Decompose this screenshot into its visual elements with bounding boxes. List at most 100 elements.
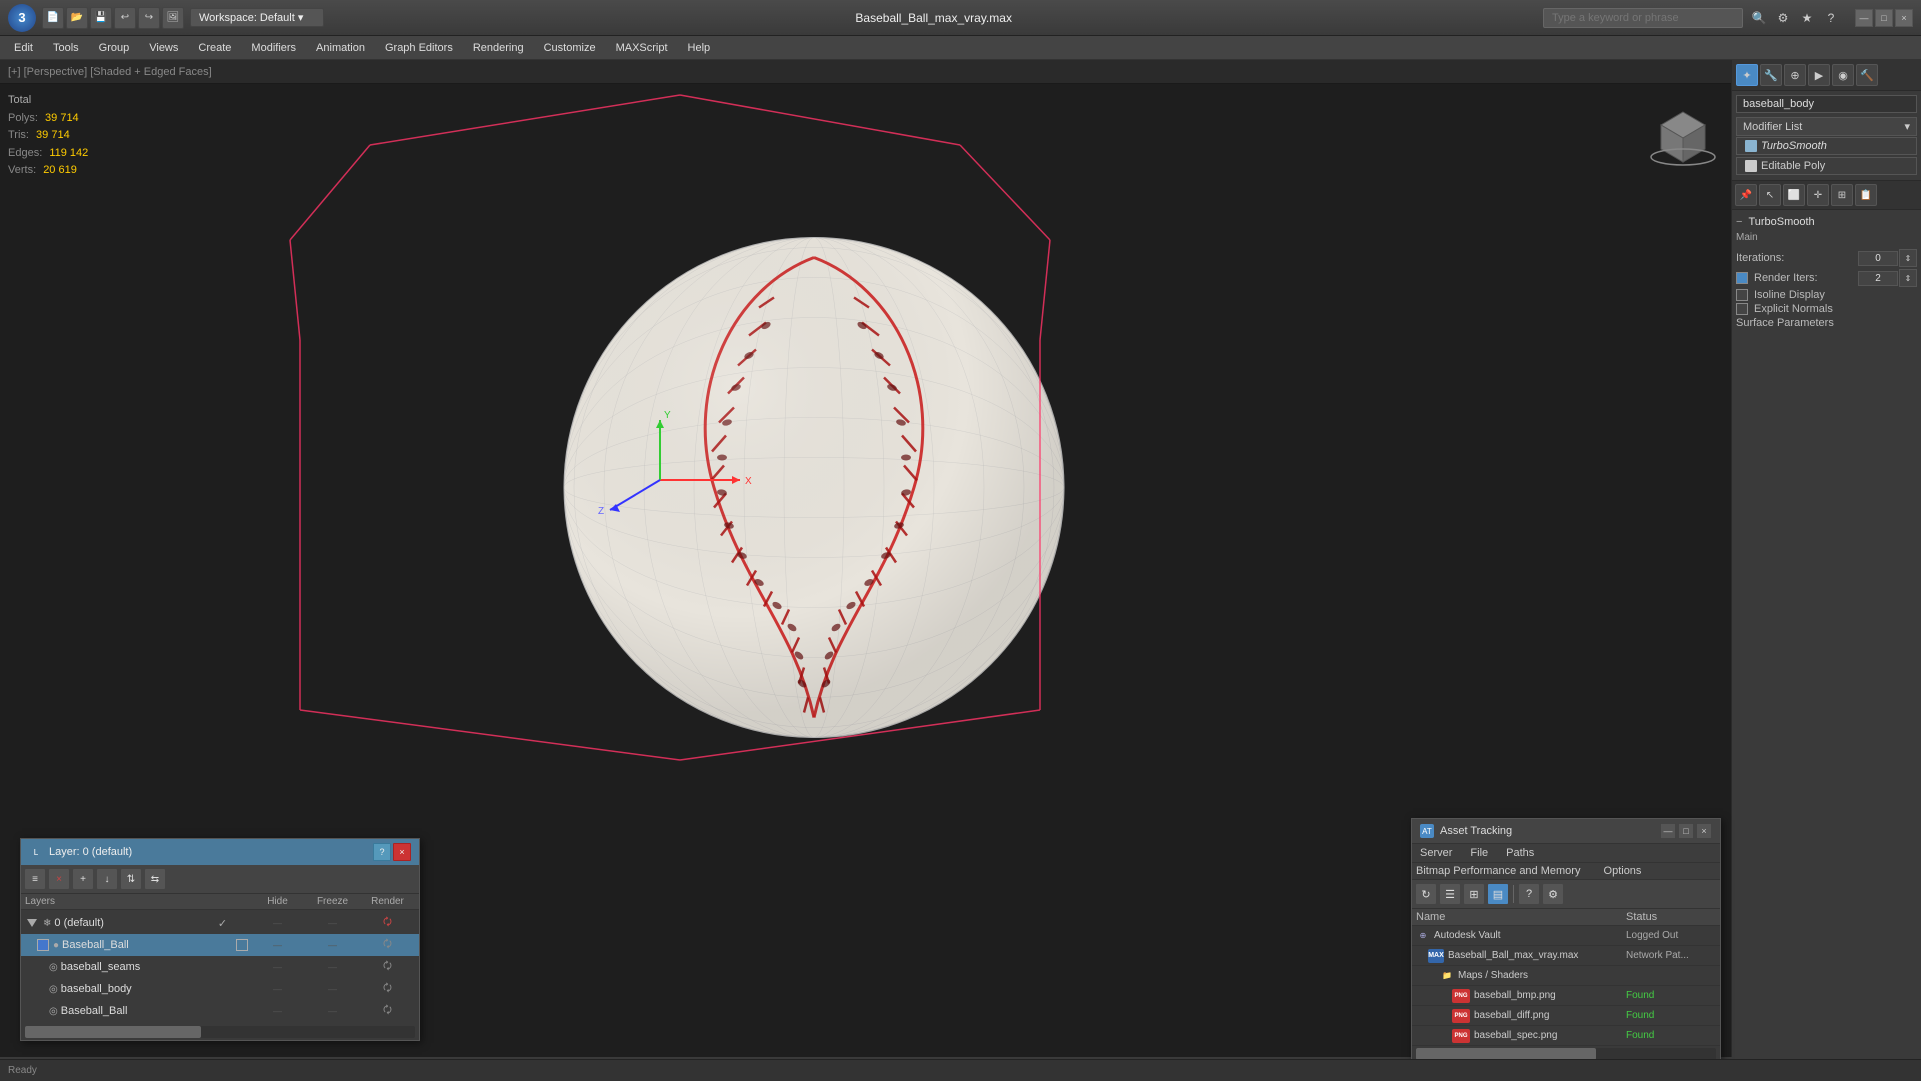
copy-button[interactable]: ⊞ (1831, 184, 1853, 206)
menu-edit[interactable]: Edit (4, 40, 43, 56)
menu-graph-editors[interactable]: Graph Editors (375, 40, 463, 56)
close-button[interactable]: × (1895, 9, 1913, 27)
search-input[interactable] (1543, 8, 1743, 28)
object-name-field[interactable]: baseball_body (1736, 95, 1917, 113)
undo-button[interactable]: ↩ (114, 7, 136, 29)
modify-tab[interactable]: 🔧 (1760, 64, 1782, 86)
search-icon[interactable]: 🔍 (1749, 8, 1769, 28)
at-row-maps[interactable]: 📁 Maps / Shaders (1412, 966, 1720, 986)
layer-body-freeze: — (305, 983, 360, 995)
ts-render-iters-spinner[interactable]: ⇕ (1899, 269, 1917, 287)
star-icon[interactable]: ★ (1797, 8, 1817, 28)
viewport-label: [+] [Perspective] [Shaded + Edged Faces] (8, 66, 212, 78)
layers-scrollbar[interactable] (25, 1026, 415, 1038)
ts-main-label: Main (1736, 230, 1917, 247)
move-button[interactable]: ✛ (1807, 184, 1829, 206)
select-button[interactable]: ⬜ (1783, 184, 1805, 206)
redo-button[interactable]: ↪ (138, 7, 160, 29)
menu-help[interactable]: Help (678, 40, 721, 56)
paste-button[interactable]: 📋 (1855, 184, 1877, 206)
ts-render-iters-checkbox[interactable] (1736, 272, 1748, 284)
layers-panel: L Layer: 0 (default) ? × ≡ × + ↓ ⇅ ⇆ Lay… (20, 838, 420, 1041)
workspace-selector[interactable]: Workspace: Default ▾ (190, 8, 324, 27)
save-button[interactable]: 💾 (90, 7, 112, 29)
ts-header[interactable]: − TurboSmooth (1736, 214, 1917, 230)
motion-tab[interactable]: ▶ (1808, 64, 1830, 86)
layer-row-ball2[interactable]: ◎ Baseball_Ball — — 🗘 (21, 1000, 419, 1022)
ts-isoline-checkbox[interactable] (1736, 289, 1748, 301)
ts-explicit-normals-checkbox[interactable] (1736, 303, 1748, 315)
open-button[interactable]: 📂 (66, 7, 88, 29)
layers-move-button[interactable]: ⇅ (120, 868, 142, 890)
menu-modifiers[interactable]: Modifiers (241, 40, 306, 56)
layer-row-body[interactable]: ◎ baseball_body — — 🗘 (21, 978, 419, 1000)
help-icon[interactable]: ? (1821, 8, 1841, 28)
layers-delete-button[interactable]: × (48, 868, 70, 890)
modifier-list-header[interactable]: Modifier List ▾ (1736, 117, 1917, 136)
at-row-diff[interactable]: PNG baseball_diff.png Found (1412, 1006, 1720, 1026)
new-button[interactable]: 📄 (42, 7, 64, 29)
layers-select-button[interactable]: ↓ (96, 868, 118, 890)
render-frame-button[interactable]: 🖼 (162, 7, 184, 29)
layers-menu-button[interactable]: ≡ (24, 868, 46, 890)
maximize-button[interactable]: □ (1875, 9, 1893, 27)
at-table-content: ⊕ Autodesk Vault Logged Out MAX Baseball… (1412, 926, 1720, 1046)
at-list-button[interactable]: ☰ (1439, 883, 1461, 905)
at-options-button[interactable]: ⚙ (1542, 883, 1564, 905)
at-close-button[interactable]: × (1696, 823, 1712, 839)
layer-row-baseball-ball[interactable]: ● Baseball_Ball — — 🗘 (21, 934, 419, 956)
hierarchy-tab[interactable]: ⊕ (1784, 64, 1806, 86)
at-table-button[interactable]: ▤ (1487, 883, 1509, 905)
minimize-button[interactable]: — (1855, 9, 1873, 27)
at-grid-button[interactable]: ⊞ (1463, 883, 1485, 905)
layers-add-button[interactable]: + (72, 868, 94, 890)
pin-button[interactable]: 📌 (1735, 184, 1757, 206)
at-menu-paths[interactable]: Paths (1502, 846, 1538, 860)
at-row-spec[interactable]: PNG baseball_spec.png Found (1412, 1026, 1720, 1046)
menu-animation[interactable]: Animation (306, 40, 375, 56)
menu-customize[interactable]: Customize (534, 40, 606, 56)
menu-maxscript[interactable]: MAXScript (606, 40, 678, 56)
layer-baseball-ball-checkbox[interactable] (236, 939, 248, 951)
menu-group[interactable]: Group (89, 40, 140, 56)
layer-row-default[interactable]: ❄ 0 (default) ✓ — — 🗘 (21, 912, 419, 934)
ts-render-iters-input[interactable] (1858, 271, 1898, 286)
at-maximize-button[interactable]: □ (1678, 823, 1694, 839)
at-minimize-button[interactable]: — (1660, 823, 1676, 839)
display-tab[interactable]: ◉ (1832, 64, 1854, 86)
layers-close-button[interactable]: × (393, 843, 411, 861)
layer-body-hide: — (250, 983, 305, 995)
ts-collapse-button[interactable]: − (1736, 216, 1742, 228)
menu-tools[interactable]: Tools (43, 40, 89, 56)
menu-views[interactable]: Views (139, 40, 188, 56)
titlebar: 3 📄 📂 💾 ↩ ↪ 🖼 Workspace: Default ▾ Baseb… (0, 0, 1921, 36)
menu-create[interactable]: Create (188, 40, 241, 56)
create-tab[interactable]: ✦ (1736, 64, 1758, 86)
modifier-list-arrow: ▾ (1904, 120, 1910, 133)
title-icons: 🔍 ⚙ ★ ? (1749, 8, 1841, 28)
layer-row-seams[interactable]: ◎ baseball_seams — — 🗘 (21, 956, 419, 978)
modifier-editable-poly[interactable]: Editable Poly (1736, 157, 1917, 175)
at-refresh-button[interactable]: ↻ (1415, 883, 1437, 905)
at-menu-server[interactable]: Server (1416, 846, 1456, 860)
layers-help-button[interactable]: ? (373, 843, 391, 861)
layers-freeze-header: Freeze (305, 896, 360, 907)
layers-column-headers: Layers Hide Freeze Render (21, 894, 419, 910)
ts-iterations-spinner[interactable]: ⇕ (1899, 249, 1917, 267)
at-help-button[interactable]: ? (1518, 883, 1540, 905)
layers-link-button[interactable]: ⇆ (144, 868, 166, 890)
modifier-turbosmooth[interactable]: TurboSmooth (1736, 137, 1917, 155)
at-row-bmp[interactable]: PNG baseball_bmp.png Found (1412, 986, 1720, 1006)
layers-scrollbar-thumb[interactable] (25, 1026, 201, 1038)
settings-icon[interactable]: ⚙ (1773, 8, 1793, 28)
menu-rendering[interactable]: Rendering (463, 40, 534, 56)
layers-name-header: Layers (25, 896, 250, 907)
at-row-max-file[interactable]: MAX Baseball_Ball_max_vray.max Network P… (1412, 946, 1720, 966)
layers-hide-header: Hide (250, 896, 305, 907)
at-row-vault[interactable]: ⊕ Autodesk Vault Logged Out (1412, 926, 1720, 946)
view-cube[interactable] (1643, 92, 1723, 175)
at-menu-file[interactable]: File (1466, 846, 1492, 860)
utilities-tab[interactable]: 🔨 (1856, 64, 1878, 86)
cursor-button[interactable]: ↖ (1759, 184, 1781, 206)
ts-iterations-input[interactable] (1858, 251, 1898, 266)
